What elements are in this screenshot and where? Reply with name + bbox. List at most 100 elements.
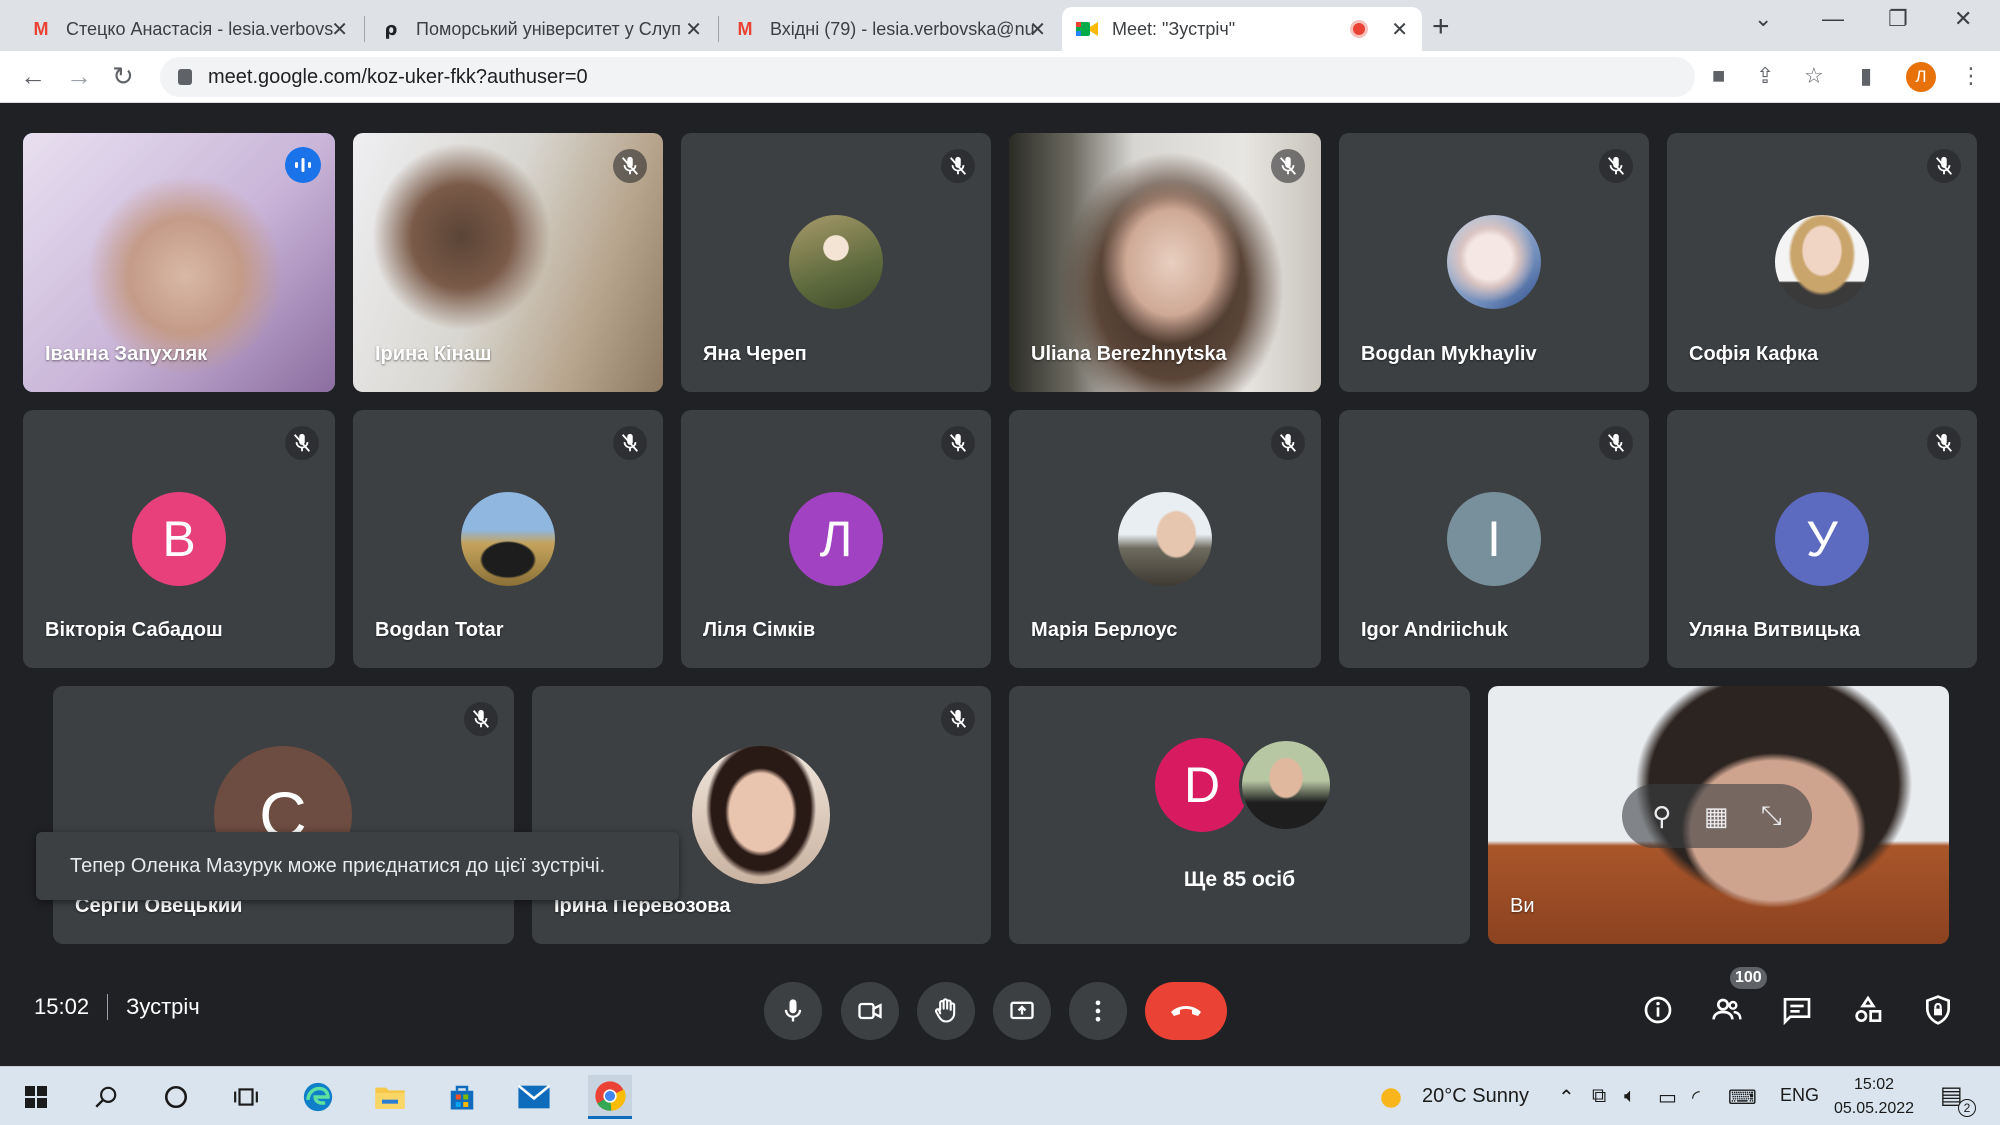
gmail-icon: M — [737, 18, 753, 39]
tab-gmail-2[interactable]: M Вхідні (79) - lesia.verbovska@nu ✕ — [720, 7, 1060, 51]
participant-name: Вікторія Сабадош — [45, 619, 223, 641]
windows-start-icon[interactable] — [18, 1079, 54, 1115]
tab-title: Meet: "Зустріч" — [1112, 18, 1236, 39]
participant-photo — [692, 746, 830, 884]
bookmark-star-icon[interactable]: ☆ — [1804, 63, 1824, 89]
more-participants-tile[interactable]: D Ще 85 осіб — [1009, 686, 1470, 944]
tab-university[interactable]: ⍴ Поморський університет у Слуп ✕ — [366, 7, 716, 51]
tray-chevron-icon[interactable]: ⌃ — [1558, 1085, 1575, 1110]
language-indicator[interactable]: ENG — [1780, 1085, 1819, 1106]
edge-icon[interactable] — [300, 1079, 336, 1115]
participant-name: Uliana Berezhnytska — [1031, 343, 1227, 365]
wifi-icon[interactable]: ◜ — [1692, 1085, 1700, 1110]
weather-icon[interactable] — [1378, 1085, 1404, 1117]
more-vert-icon — [1095, 1000, 1101, 1022]
mic-off-icon — [1271, 149, 1305, 183]
close-icon[interactable]: ✕ — [1029, 17, 1046, 42]
share-icon[interactable]: ⇪ — [1756, 63, 1774, 89]
back-icon[interactable]: ← — [20, 61, 46, 92]
minimize-self-view-icon[interactable]: ⤡ — [1761, 800, 1782, 832]
mail-icon[interactable] — [516, 1079, 552, 1115]
participants-button[interactable] — [1707, 990, 1747, 1030]
volume-icon[interactable]: 🔈︎ — [1624, 1085, 1636, 1108]
cortana-icon[interactable] — [158, 1079, 194, 1115]
participant-tile[interactable]: Софія Кафка — [1667, 133, 1977, 392]
participant-photo — [1447, 215, 1541, 309]
meet-icon — [1076, 18, 1098, 40]
participant-tile[interactable]: У Уляна Витвицька — [1667, 410, 1977, 668]
meeting-info: 15:02 Зустріч — [34, 994, 200, 1020]
tile-layout-icon[interactable]: ▦ — [1704, 801, 1729, 832]
participant-tile[interactable]: Bogdan Mykhayliv — [1339, 133, 1649, 392]
tab-search-icon[interactable]: ⌄ — [1754, 6, 1772, 32]
meeting-details-button[interactable] — [1638, 990, 1678, 1030]
gmail-icon: M — [33, 18, 49, 39]
weather-text[interactable]: 20°C Sunny — [1422, 1085, 1529, 1108]
mic-button[interactable] — [764, 982, 822, 1040]
participant-name: Ірина Кінаш — [375, 343, 492, 365]
participant-tile[interactable]: Іванна Запухляк — [23, 133, 335, 392]
menu-kebab-icon[interactable]: ⋮ — [1960, 63, 1982, 89]
raise-hand-button[interactable] — [917, 982, 975, 1040]
leave-call-button[interactable] — [1145, 982, 1227, 1040]
participant-tile[interactable]: Л Ліля Сімків — [681, 410, 991, 668]
participant-tile[interactable]: Ірина Перевозова — [532, 686, 991, 944]
tab-title: Вхідні (79) - lesia.verbovska@nu — [770, 18, 1035, 39]
mic-off-icon — [941, 426, 975, 460]
camera-button[interactable] — [841, 982, 899, 1040]
screen: M Стецко Анастасія - lesia.verbovs ✕ ⍴ П… — [0, 0, 2000, 1125]
info-icon — [1644, 996, 1672, 1024]
activities-button[interactable] — [1848, 990, 1888, 1030]
microsoft-store-icon[interactable] — [444, 1079, 480, 1115]
keyboard-icon[interactable]: ⌨ — [1728, 1085, 1757, 1110]
mic-off-icon — [1599, 426, 1633, 460]
browser-toolbar: ← → ↻ meet.google.com/koz-uker-fkk?authu… — [0, 51, 2000, 103]
speaking-indicator-icon — [285, 147, 321, 183]
address-bar[interactable]: meet.google.com/koz-uker-fkk?authuser=0 — [160, 57, 1695, 97]
participant-name: Bogdan Totar — [375, 619, 504, 641]
file-explorer-icon[interactable] — [372, 1079, 408, 1115]
minimize-icon[interactable]: — — [1822, 6, 1844, 32]
participant-tile[interactable]: С Сергій Овецький — [53, 686, 514, 944]
participant-tile[interactable]: В Вікторія Сабадош — [23, 410, 335, 668]
clock-time: 15:02 — [1854, 1076, 1895, 1093]
participant-tile[interactable]: Uliana Berezhnytska — [1009, 133, 1321, 392]
meet-tray-icon[interactable]: ⧉ — [1592, 1085, 1606, 1108]
host-controls-button[interactable] — [1918, 990, 1958, 1030]
close-icon[interactable]: ✕ — [685, 17, 702, 42]
participant-name: Іванна Запухляк — [45, 343, 208, 365]
side-panel-icon[interactable]: ▮ — [1860, 63, 1872, 89]
participant-tile[interactable]: Ірина Кінаш — [353, 133, 663, 392]
participant-tile[interactable]: Яна Череп — [681, 133, 991, 392]
search-icon[interactable] — [88, 1079, 124, 1115]
profile-avatar[interactable]: Л — [1906, 62, 1936, 92]
windows-taskbar: 20°C Sunny ⌃ ⧉ 🔈︎ ▭ ◜ ⌨ ENG 15:02 05.05.… — [0, 1066, 2000, 1125]
task-view-icon[interactable] — [228, 1079, 264, 1115]
participant-tile[interactable]: Марія Берлоус — [1009, 410, 1321, 668]
participant-tile[interactable]: Bogdan Totar — [353, 410, 663, 668]
tab-meet[interactable]: Meet: "Зустріч" ✕ — [1062, 7, 1422, 51]
chrome-icon[interactable] — [588, 1075, 632, 1119]
participant-tile[interactable]: I Igor Andriichuk — [1339, 410, 1649, 668]
close-icon[interactable]: ✕ — [331, 17, 348, 42]
mic-off-icon — [941, 149, 975, 183]
battery-icon[interactable]: ▭ — [1658, 1085, 1677, 1110]
participant-name: Igor Andriichuk — [1361, 619, 1509, 641]
restore-icon[interactable]: ❐ — [1888, 6, 1908, 32]
chat-button[interactable] — [1777, 990, 1817, 1030]
letter-avatar: В — [132, 492, 226, 586]
more-options-button[interactable] — [1069, 982, 1127, 1040]
window-close-icon[interactable]: ✕ — [1954, 6, 1972, 32]
forward-icon[interactable]: → — [66, 61, 92, 92]
present-screen-icon — [1010, 1001, 1034, 1020]
camera-permission-icon[interactable]: ■ — [1712, 63, 1725, 89]
pin-icon[interactable]: ⚲ — [1652, 801, 1671, 832]
activities-icon — [1855, 995, 1882, 1022]
close-icon[interactable]: ✕ — [1391, 17, 1408, 42]
system-clock[interactable]: 15:02 05.05.2022 — [1834, 1073, 1914, 1121]
tab-gmail-1[interactable]: M Стецко Анастасія - lesia.verbovs ✕ — [16, 7, 362, 51]
hang-up-icon — [1171, 1006, 1201, 1016]
reload-icon[interactable]: ↻ — [112, 61, 134, 92]
present-button[interactable] — [993, 982, 1051, 1040]
new-tab-icon[interactable]: + — [1432, 10, 1450, 44]
